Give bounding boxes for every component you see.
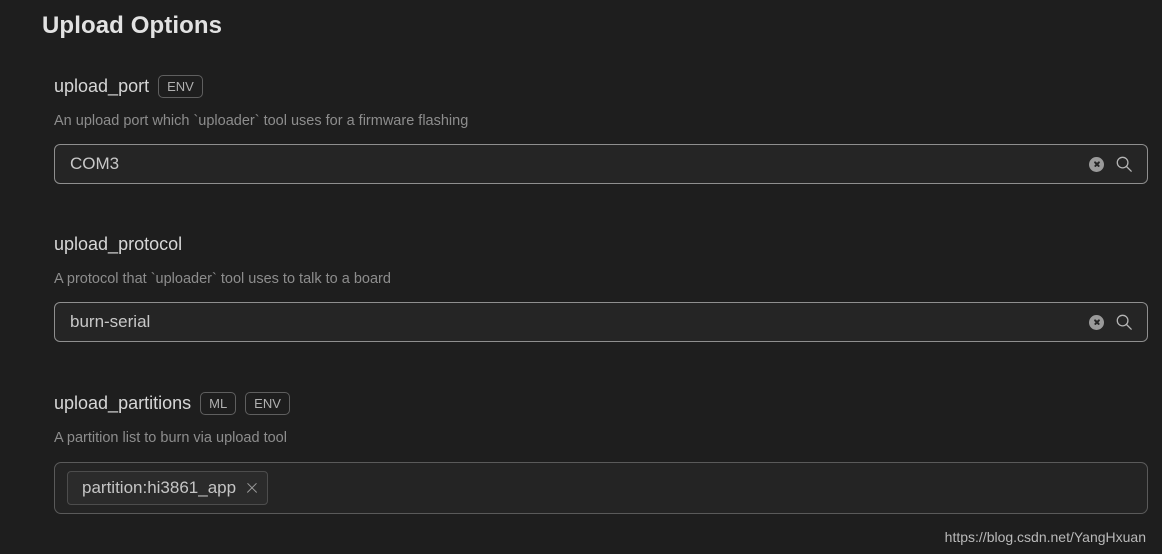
option-description: An upload port which `uploader` tool use… bbox=[54, 113, 469, 129]
tag-chip[interactable]: partition:hi3861_app bbox=[67, 471, 269, 505]
tag-chip-label: partition:hi3861_app bbox=[82, 478, 237, 497]
upload-port-input-wrap[interactable]: COM3 bbox=[54, 144, 1148, 184]
option-header: upload_port ENV bbox=[54, 74, 1148, 98]
option-description: A partition list to burn via upload tool bbox=[54, 430, 287, 446]
upload-port-input[interactable]: COM3 bbox=[55, 154, 1089, 174]
page-title: Upload Options bbox=[42, 12, 223, 39]
badge-env: ENV bbox=[158, 74, 203, 98]
watermark: https://blog.csdn.net/YangHxuan bbox=[944, 529, 1146, 545]
option-header: upload_protocol bbox=[54, 232, 1148, 256]
input-icon-group bbox=[1089, 313, 1147, 331]
option-label: upload_partitions bbox=[54, 393, 192, 413]
badge-ml: ML bbox=[200, 391, 237, 415]
upload-partitions-tag-field[interactable]: partition:hi3861_app bbox=[54, 462, 1148, 514]
upload-options-page: Upload Options upload_port ENV An upload… bbox=[0, 0, 1162, 554]
option-label: upload_protocol bbox=[54, 234, 183, 254]
option-description: A protocol that `uploader` tool uses to … bbox=[54, 271, 391, 287]
input-icon-group bbox=[1089, 155, 1147, 173]
badge-env: ENV bbox=[245, 391, 290, 415]
clear-icon[interactable] bbox=[1089, 314, 1104, 330]
option-upload-partitions: upload_partitions ML ENV A partition lis… bbox=[54, 391, 1148, 514]
upload-protocol-input[interactable]: burn-serial bbox=[55, 312, 1089, 332]
search-icon[interactable] bbox=[1115, 313, 1133, 331]
upload-protocol-input-wrap[interactable]: burn-serial bbox=[54, 302, 1148, 342]
option-upload-port: upload_port ENV An upload port which `up… bbox=[54, 74, 1148, 184]
clear-icon[interactable] bbox=[1089, 156, 1104, 172]
close-icon[interactable] bbox=[245, 482, 258, 495]
search-icon[interactable] bbox=[1115, 155, 1133, 173]
option-label: upload_port bbox=[54, 76, 150, 96]
option-header: upload_partitions ML ENV bbox=[54, 391, 1148, 415]
option-upload-protocol: upload_protocol A protocol that `uploade… bbox=[54, 232, 1148, 342]
